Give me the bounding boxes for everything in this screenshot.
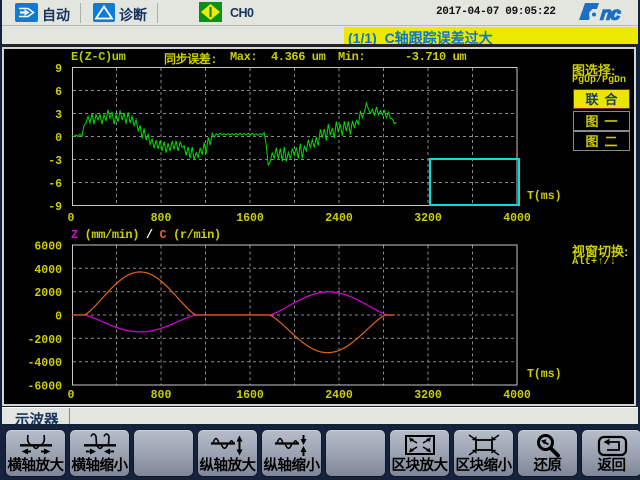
svg-text:4000: 4000	[34, 264, 62, 277]
svg-text:3200: 3200	[414, 389, 442, 402]
svg-text:3: 3	[55, 109, 62, 122]
svg-text:-9: -9	[48, 201, 62, 214]
svg-text:4000: 4000	[503, 212, 531, 225]
svg-text:-4000: -4000	[27, 357, 62, 370]
svg-text:800: 800	[151, 389, 172, 402]
svg-text:-6: -6	[48, 178, 62, 191]
svg-text:T(ms): T(ms)	[527, 368, 562, 381]
svg-text:-2000: -2000	[27, 334, 62, 347]
svg-text:1600: 1600	[236, 212, 264, 225]
svg-text:800: 800	[151, 212, 172, 225]
svg-text:2400: 2400	[325, 389, 353, 402]
svg-text:2000: 2000	[34, 287, 62, 300]
svg-text:2400: 2400	[325, 212, 353, 225]
svg-text:4000: 4000	[503, 389, 531, 402]
svg-text:6000: 6000	[34, 241, 62, 254]
svg-text:6: 6	[55, 86, 62, 99]
svg-text:0: 0	[55, 311, 62, 324]
svg-text:3200: 3200	[414, 212, 442, 225]
svg-text:9: 9	[55, 63, 62, 76]
svg-text:-6000: -6000	[27, 381, 62, 394]
svg-text:0: 0	[68, 389, 75, 402]
svg-text:0: 0	[55, 132, 62, 145]
svg-text:1600: 1600	[236, 389, 264, 402]
svg-text:-3: -3	[48, 155, 62, 168]
svg-text:T(ms): T(ms)	[527, 190, 562, 203]
svg-text:0: 0	[68, 212, 75, 225]
